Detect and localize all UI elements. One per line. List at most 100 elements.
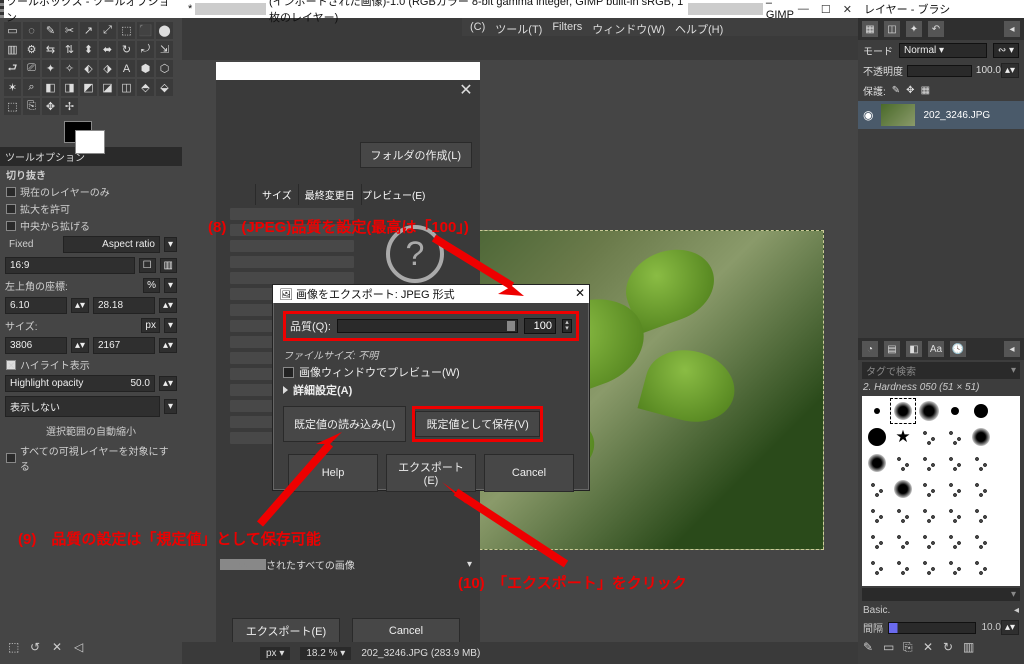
tool-10[interactable]: ⚙ xyxy=(23,41,40,58)
tool-16[interactable]: ⤾ xyxy=(137,41,154,58)
brush-selected[interactable] xyxy=(891,399,915,423)
quality-slider[interactable] xyxy=(337,319,518,333)
open-brush-icon[interactable]: ▥ xyxy=(963,640,977,654)
maximize-button[interactable]: ☐ xyxy=(821,3,831,16)
tool-6[interactable]: ⬚ xyxy=(118,22,135,39)
paths-tab-icon[interactable]: ✦ xyxy=(906,21,922,37)
tool-35[interactable]: ⬙ xyxy=(156,79,173,96)
save-icon[interactable]: ⬚ xyxy=(8,640,22,654)
brush-tag-search[interactable]: タグで検索▾ xyxy=(862,362,1020,379)
cancel-button[interactable]: Cancel xyxy=(352,618,460,644)
highlight-check[interactable]: ✕ハイライト表示 xyxy=(0,356,182,373)
quality-value[interactable]: 100 xyxy=(524,318,556,334)
tool-15[interactable]: ↻ xyxy=(118,41,135,58)
tool-13[interactable]: ⬍ xyxy=(80,41,97,58)
refresh-brush-icon[interactable]: ↻ xyxy=(943,640,957,654)
tool-9[interactable]: ▥ xyxy=(4,41,21,58)
jpeg-close-button[interactable]: ✕ xyxy=(575,286,585,300)
export-button[interactable]: エクスポート(E) xyxy=(232,618,340,644)
color-swatches[interactable] xyxy=(0,117,182,147)
save-defaults-button[interactable]: 既定値として保存(V) xyxy=(415,411,539,437)
tool-36[interactable]: ⬚ xyxy=(4,98,21,115)
size-unit[interactable]: px xyxy=(141,318,160,333)
size-h-input[interactable]: 2167 xyxy=(93,337,155,354)
delete-icon[interactable]: ✕ xyxy=(52,640,66,654)
fonts-tab-icon[interactable]: Aa xyxy=(928,341,944,357)
lock-pixels-icon[interactable]: ✎ xyxy=(892,85,900,96)
menu-help[interactable]: ヘルプ(H) xyxy=(675,21,723,33)
status-unit[interactable]: px ▾ xyxy=(260,647,290,660)
minimize-button[interactable]: — xyxy=(798,3,809,16)
tool-20[interactable]: ✦ xyxy=(42,60,59,77)
layer-item[interactable]: ◉ 202_3246.JPG xyxy=(858,101,1024,129)
tool-37[interactable]: ⎘ xyxy=(23,98,40,115)
layers-tab-icon[interactable]: ▦ xyxy=(862,21,878,37)
tool-32[interactable]: ◪ xyxy=(99,79,116,96)
tool-17[interactable]: ⇲ xyxy=(156,41,173,58)
tool-0[interactable]: ▭ xyxy=(4,22,21,39)
guides-dropdown[interactable]: 表示しない xyxy=(5,396,160,417)
reset-icon[interactable]: ◁ xyxy=(74,640,88,654)
tool-29[interactable]: ◧ xyxy=(42,79,59,96)
close-icon[interactable]: ✕ xyxy=(456,80,476,100)
tool-22[interactable]: ⬖ xyxy=(80,60,97,77)
col-modified[interactable]: 最終変更日 xyxy=(299,184,362,205)
opt-center[interactable]: 中央から拡げる xyxy=(0,217,182,234)
origin-x-input[interactable]: 6.10 xyxy=(5,297,67,314)
status-zoom[interactable]: 18.2 % ▾ xyxy=(300,647,351,660)
tool-26[interactable]: ⬡ xyxy=(156,60,173,77)
tool-30[interactable]: ◨ xyxy=(61,79,78,96)
layer-name[interactable]: 202_3246.JPG xyxy=(923,110,990,121)
origin-unit[interactable]: % xyxy=(143,278,160,293)
preview-in-window-check[interactable]: 画像ウィンドウでプレビュー(W) xyxy=(283,364,579,380)
tool-25[interactable]: ⬢ xyxy=(137,60,154,77)
visibility-icon[interactable]: ◉ xyxy=(863,108,873,122)
mode-extra[interactable]: ∾ ▾ xyxy=(993,43,1019,58)
patterns-tab-icon[interactable]: ▤ xyxy=(884,341,900,357)
opt-current-layer[interactable]: 現在のレイヤーのみ xyxy=(0,183,182,200)
channels-tab-icon[interactable]: ◫ xyxy=(884,21,900,37)
aspect-ratio-input[interactable]: 16:9 xyxy=(5,257,135,274)
create-folder-button[interactable]: フォルダの作成(L) xyxy=(360,142,472,168)
tool-31[interactable]: ◩ xyxy=(80,79,97,96)
advanced-expander[interactable]: 詳細設定(A) xyxy=(283,382,579,398)
tool-23[interactable]: ⬗ xyxy=(99,60,116,77)
mode-dropdown[interactable]: Normal ▾ xyxy=(899,43,987,58)
menu-filters[interactable]: Filters xyxy=(552,21,582,33)
undo-tab-icon[interactable]: ↶ xyxy=(928,21,944,37)
tool-4[interactable]: ↗ xyxy=(80,22,97,39)
edit-brush-icon[interactable]: ✎ xyxy=(863,640,877,654)
aspect-dropdown[interactable]: Aspect ratio xyxy=(63,236,160,253)
tool-11[interactable]: ⇆ xyxy=(42,41,59,58)
aspect-chevron[interactable]: ▾ xyxy=(164,237,177,252)
tool-21[interactable]: ✧ xyxy=(61,60,78,77)
tool-18[interactable]: ⮐ xyxy=(4,60,21,77)
lock-position-icon[interactable]: ✥ xyxy=(906,85,914,96)
all-layers-check[interactable]: すべての可視レイヤーを対象にする xyxy=(0,442,182,474)
del-brush-icon[interactable]: ✕ xyxy=(923,640,937,654)
tool-2[interactable]: ✎ xyxy=(42,22,59,39)
menu-tools[interactable]: ツール(T) xyxy=(495,21,542,33)
tool-19[interactable]: ⎚ xyxy=(23,60,40,77)
new-brush-icon[interactable]: ▭ xyxy=(883,640,897,654)
lock-alpha-icon[interactable]: ▦ xyxy=(921,85,930,96)
opacity-slider[interactable] xyxy=(907,65,972,77)
size-w-input[interactable]: 3806 xyxy=(5,337,67,354)
tool-38[interactable]: ✥ xyxy=(42,98,59,115)
tool-39[interactable]: ✢ xyxy=(61,98,78,115)
tool-3[interactable]: ✂ xyxy=(61,22,78,39)
highlight-opacity-value[interactable]: 50.0 xyxy=(130,378,149,389)
menu-window[interactable]: ウィンドウ(W) xyxy=(592,21,665,33)
tool-8[interactable]: ⬤ xyxy=(156,22,173,39)
tool-34[interactable]: ⬘ xyxy=(137,79,154,96)
brush-tab-menu-icon[interactable]: ◂ xyxy=(1004,341,1020,357)
col-size[interactable]: サイズ xyxy=(256,184,299,205)
dup-brush-icon[interactable]: ⎘ xyxy=(903,640,917,654)
tool-1[interactable]: ◌ xyxy=(23,22,40,39)
tool-14[interactable]: ⬌ xyxy=(99,41,116,58)
tab-menu-icon[interactable]: ◂ xyxy=(1004,21,1020,37)
tool-12[interactable]: ⇅ xyxy=(61,41,78,58)
tool-33[interactable]: ◫ xyxy=(118,79,135,96)
gradients-tab-icon[interactable]: ◧ xyxy=(906,341,922,357)
quality-spinner[interactable]: ▴▾ xyxy=(562,319,572,333)
